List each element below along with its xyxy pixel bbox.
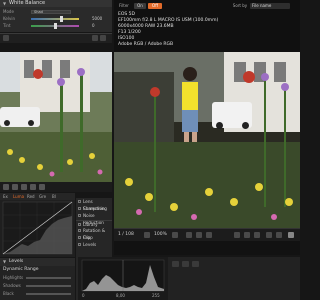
checkbox-icon[interactable] (78, 207, 81, 210)
compare-photo-image (0, 52, 112, 182)
rotate-right-icon[interactable] (196, 232, 202, 238)
levels-header-left[interactable]: ▼ Levels (0, 258, 75, 266)
filmstrip[interactable] (114, 241, 300, 255)
tone-curve-graph[interactable] (0, 200, 75, 257)
black-slider[interactable] (26, 293, 71, 295)
collapse-triangle-icon[interactable]: ▼ (3, 259, 6, 264)
tab-ex[interactable]: Ex (1, 193, 10, 200)
grid-icon[interactable] (254, 232, 260, 238)
exif-camera: EOS 5D (118, 12, 136, 17)
menu-item-rotation-flip[interactable]: Rotation & Flip (76, 227, 112, 240)
exif-lens: EF100mm f/2.8 L MACRO IS USM (100.0mm) (118, 18, 219, 23)
tool-icon-a[interactable] (172, 261, 179, 267)
histogram-tick-0: 0 (82, 293, 85, 298)
wb-tint-value[interactable]: 0 (92, 23, 95, 29)
checkbox-icon[interactable] (78, 236, 81, 239)
wb-kelvin-label: Kelvin (3, 16, 16, 21)
exif-colorspace: Adobe RGB / Adobe RGB (118, 42, 174, 47)
curve-tabs: Ex Luma Red Gre Bl (0, 193, 75, 200)
histogram-tick-255: 255 (152, 293, 160, 298)
filter-on-button[interactable]: On (134, 3, 146, 9)
tab-red[interactable]: Red (25, 193, 37, 200)
collapse-triangle-icon[interactable]: ▼ (3, 0, 6, 7)
main-photo-image (114, 52, 300, 228)
checkbox-icon[interactable] (78, 200, 81, 203)
tool-icon-c[interactable] (192, 261, 199, 267)
wb-tint-row: Tint 0 (0, 23, 112, 29)
tool-icon-3[interactable] (21, 184, 27, 190)
viewer-toolbar: 1 / 108 100% (114, 228, 300, 241)
main-photo[interactable] (114, 52, 300, 228)
levels-title-left: Levels (9, 259, 24, 264)
compare-photo[interactable] (0, 52, 112, 182)
white-balance-panel: ▼ White Balance Mode Shad Kelvin 5000 Ti… (0, 0, 112, 32)
library-icon[interactable] (3, 35, 9, 41)
shadows-slider[interactable] (26, 285, 71, 287)
wb-tint-knob[interactable] (54, 23, 57, 29)
wb-kelvin-knob[interactable] (60, 16, 63, 22)
tone-curve-panel[interactable] (0, 200, 75, 257)
compare-icon[interactable] (234, 232, 240, 238)
exif-iso: ISO100 (118, 36, 135, 41)
exif-exposure: F13 1/200 (118, 30, 141, 35)
wb-mode-label: Mode (3, 9, 14, 14)
wb-kelvin-value[interactable]: 5000 (92, 16, 102, 22)
tool-icon-b[interactable] (182, 261, 189, 267)
tool-icon-2[interactable] (12, 184, 18, 190)
tab-green[interactable]: Gre (37, 193, 48, 200)
dynamic-range-title: Dynamic Range (3, 267, 39, 272)
shadows-label: Shadows (3, 283, 21, 288)
white-balance-header[interactable]: ▼ White Balance (0, 0, 112, 7)
library-strip (0, 33, 112, 43)
black-label: Black (3, 291, 14, 296)
sort-label: Sort by (232, 3, 248, 8)
fullscreen-icon[interactable] (276, 232, 282, 238)
checkbox-icon[interactable] (78, 223, 81, 226)
menu-item-crop[interactable]: Crop (76, 234, 112, 241)
rotate-left-icon[interactable] (186, 232, 192, 238)
rating-icon[interactable] (206, 232, 212, 238)
menu-item-sharpening[interactable]: Sharpening (76, 205, 112, 212)
menu-item-levels[interactable]: Levels (76, 241, 112, 248)
tab-luma[interactable]: Luma (11, 193, 26, 200)
zoom-dropdown-icon[interactable] (172, 232, 178, 238)
wb-kelvin-row: Kelvin 5000 (0, 16, 112, 22)
wb-kelvin-slider[interactable] (31, 18, 79, 20)
highlights-label: Highlights (3, 275, 24, 280)
left-toolbar (0, 182, 112, 192)
menu-item-lens-correction[interactable]: Lens Correction (76, 198, 112, 211)
filter-label: Filter (119, 3, 129, 8)
checkbox-icon[interactable] (78, 243, 81, 246)
white-balance-title: White Balance (9, 0, 46, 6)
tool-icon-5[interactable] (39, 184, 45, 190)
checkbox-icon[interactable] (78, 229, 81, 232)
tab-blue[interactable]: Bl (50, 193, 58, 200)
histogram-tick-mid: 8,00 (116, 293, 125, 298)
single-view-icon[interactable] (100, 35, 106, 41)
image-info-area: Filter On Off Sort by File name EOS 5D E… (114, 0, 300, 52)
image-counter: 1 / 108 (118, 232, 134, 237)
exif-size: 6000x4000 RAW 23.6MB (118, 24, 174, 29)
grid-view-icon[interactable] (92, 35, 98, 41)
fit-icon[interactable] (144, 232, 150, 238)
checkbox-icon[interactable] (78, 214, 81, 217)
tool-icon-4[interactable] (30, 184, 36, 190)
dynamic-range-panel: Dynamic Range Highlights Shadows Black (0, 266, 75, 300)
wb-tint-label: Tint (3, 23, 11, 28)
menu-item-noise-reduction[interactable]: Noise Reduction (76, 212, 112, 225)
zoom-level[interactable]: 100% (154, 232, 167, 237)
histogram-graph[interactable] (78, 257, 168, 293)
wb-mode-select[interactable]: Shad (31, 10, 71, 14)
highlights-slider[interactable] (26, 277, 71, 279)
info-icon[interactable] (266, 232, 272, 238)
sort-select[interactable]: File name (250, 3, 290, 9)
tool-icon-1[interactable] (3, 184, 9, 190)
menu-icon[interactable] (288, 232, 294, 238)
loupe-icon[interactable] (244, 232, 250, 238)
filter-off-button[interactable]: Off (148, 3, 162, 9)
right-toolbar (168, 257, 300, 300)
wb-mode-row: Mode Shad (0, 9, 112, 15)
histogram-panel: 0 8,00 255 (78, 257, 168, 300)
